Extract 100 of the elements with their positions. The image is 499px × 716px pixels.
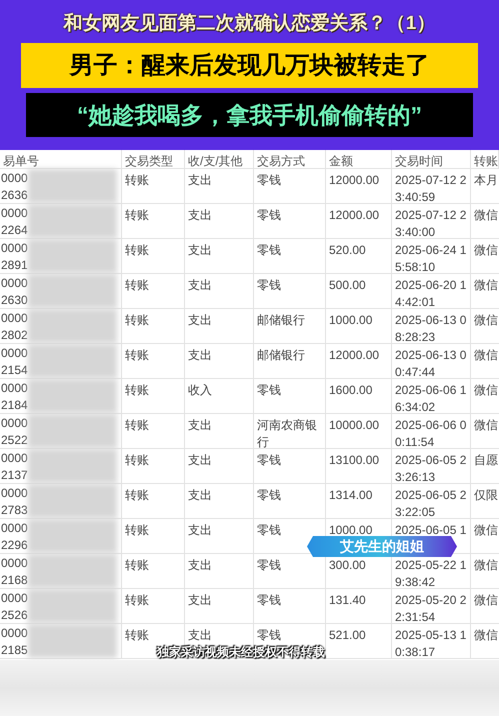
table-cell: 零钱 — [254, 589, 326, 623]
table-cell: 邮储银行 — [254, 309, 326, 343]
column-header: 交易时间 — [392, 150, 471, 168]
table-cell: 支出 — [185, 554, 254, 588]
table-cell: 500.00 — [326, 274, 392, 308]
table-cell-text: 0000 2522 — [0, 415, 28, 448]
table-cell: 2025-07-12 2 3:40:59 — [392, 169, 471, 203]
table-cell: 转账 — [122, 274, 185, 308]
table-cell: 零钱 — [254, 239, 326, 273]
table-cell-text: 自愿 — [473, 452, 499, 469]
table-cell-text: 微信 — [473, 417, 499, 434]
caption: 独家采访视频未经授权不得转载 — [157, 645, 325, 660]
table-cell-text: 微信 — [473, 592, 499, 609]
table-cell-text: 微信 — [473, 347, 499, 364]
column-header: 交易类型 — [122, 150, 185, 168]
table-cell-text: 0000 2891 — [0, 240, 28, 273]
table-cell-text: 0000 2264 — [0, 205, 28, 238]
table-cell: 支出 — [185, 169, 254, 203]
table-cell: 10000.00 — [326, 414, 392, 448]
table-cell: 2025-06-05 2 3:26:13 — [392, 449, 471, 483]
table-cell: 2025-06-05 2 3:22:05 — [392, 484, 471, 518]
table-cell: 支出 — [185, 519, 254, 553]
table-cell: 支出 — [185, 204, 254, 238]
table-cell-text: 微信 — [473, 522, 499, 539]
table-cell: 转账 — [122, 309, 185, 343]
table-cell: 2025-06-06 0 0:11:54 — [392, 414, 471, 448]
table-cell: 转账 — [122, 414, 185, 448]
headline: 和女网友见面第二次就确认恋爱关系？（1） — [64, 12, 436, 36]
table-cell-text: 微信 — [473, 242, 499, 259]
table-cell-text: 本月 — [473, 172, 499, 189]
banner: 男子：醒来后发现几万块被转走了 — [21, 43, 478, 88]
table-cell: 零钱 — [254, 274, 326, 308]
quote-banner: “她趁我喝多，拿我手机偷偷转的” — [26, 93, 473, 137]
table-cell-text: 微信 — [473, 627, 499, 644]
table-cell-text: 微信 — [473, 312, 499, 329]
table-cell-text: 0000 2636 — [0, 170, 28, 203]
table-cell: 支出 — [185, 449, 254, 483]
table-cell: 支出 — [185, 414, 254, 448]
table-cell: 支出 — [185, 274, 254, 308]
table-cell-text: 0000 2802 — [0, 310, 28, 343]
table-cell: 支出 — [185, 589, 254, 623]
table-cell-text: 0000 2296 — [0, 520, 28, 553]
table-cell-text: 0000 2154 — [0, 345, 28, 378]
table-cell: 转账 — [122, 169, 185, 203]
table-cell: 2025-06-20 1 4:42:01 — [392, 274, 471, 308]
column-header: 金额 — [326, 150, 392, 168]
table-cell-text: 仅限 — [473, 487, 499, 504]
table-cell: 2025-05-13 1 0:38:17 — [392, 624, 471, 658]
column-header: 易单号 — [0, 150, 122, 168]
table-cell: 1000.00 — [326, 309, 392, 343]
table-cell-text: 微信 — [473, 382, 499, 399]
table-cell: 1600.00 — [326, 379, 392, 413]
table-cell-text: 微信 — [473, 557, 499, 574]
table-cell-text: 0000 2184 — [0, 380, 28, 413]
table-cell: 河南农商银行 — [254, 414, 326, 448]
table-cell: 零钱 — [254, 449, 326, 483]
column-header: 交易方式 — [254, 150, 326, 168]
table-cell-text: 0000 2137 — [0, 450, 28, 483]
table-cell: 支出 — [185, 239, 254, 273]
table-cell: 零钱 — [254, 204, 326, 238]
table-cell: 12000.00 — [326, 204, 392, 238]
table-cell: 转账 — [122, 204, 185, 238]
table-cell: 2025-06-24 1 5:58:10 — [392, 239, 471, 273]
table-cell: 转账 — [122, 519, 185, 553]
table-cell: 转账 — [122, 344, 185, 378]
table-cell: 零钱 — [254, 169, 326, 203]
table-cell: 2025-06-13 0 8:28:23 — [392, 309, 471, 343]
table-cell: 520.00 — [326, 239, 392, 273]
table-cell: 转账 — [122, 449, 185, 483]
table-cell-text: 微信 — [473, 277, 499, 294]
table-cell: 转账 — [122, 554, 185, 588]
table-cell-text: 0000 2630 — [0, 275, 28, 308]
table-cell: 邮储银行 — [254, 344, 326, 378]
column-header: 收/支/其他 — [185, 150, 254, 168]
table-cell: 12000.00 — [326, 169, 392, 203]
table-cell-text: 0000 2168 — [0, 555, 28, 588]
table-cell-text: 微信 — [473, 207, 499, 224]
table-cell-text: 0000 2185 — [0, 625, 28, 658]
table-cell: 支出 — [185, 484, 254, 518]
table-cell-text: 0000 2526 — [0, 590, 28, 623]
table-cell: 12000.00 — [326, 344, 392, 378]
table-cell-text: 0000 2783 — [0, 485, 28, 518]
table-cell: 零钱 — [254, 484, 326, 518]
table-cell: 收入 — [185, 379, 254, 413]
table-cell: 支出 — [185, 344, 254, 378]
table-cell: 转账 — [122, 239, 185, 273]
table-cell: 支出 — [185, 309, 254, 343]
table-cell: 2025-05-20 2 2:31:54 — [392, 589, 471, 623]
table-cell: 2025-06-06 1 6:34:02 — [392, 379, 471, 413]
table-cell: 零钱 — [254, 379, 326, 413]
table-cell: 2025-06-13 0 0:47:44 — [392, 344, 471, 378]
table-cell: 1314.00 — [326, 484, 392, 518]
table-cell: 2025-07-12 2 3:40:00 — [392, 204, 471, 238]
speaker-label: 艾先生的姐姐 — [307, 536, 457, 557]
column-header: 转账 — [471, 150, 499, 168]
table-cell: 131.40 — [326, 589, 392, 623]
table-cell: 521.00 — [326, 624, 392, 658]
table-cell: 转账 — [122, 484, 185, 518]
table-cell: 转账 — [122, 379, 185, 413]
table-cell: 转账 — [122, 589, 185, 623]
